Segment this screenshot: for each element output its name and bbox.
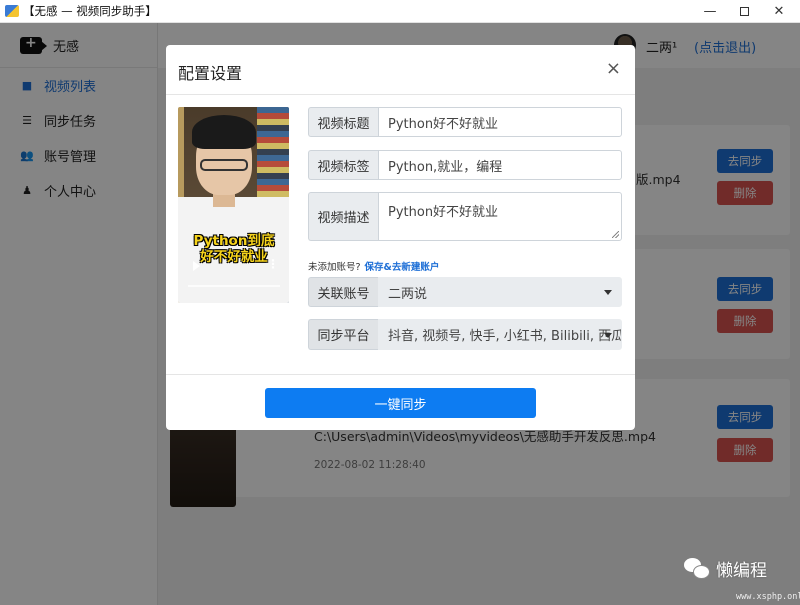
account-label: 关联账号 xyxy=(308,277,378,307)
account-note: 未添加账号? 保存&去新建账户 xyxy=(308,259,439,273)
preview-figure xyxy=(200,159,248,171)
modal-header: 配置设置 × xyxy=(166,45,635,95)
window-title: 【无感 — 视频同步助手】 xyxy=(23,4,157,18)
chevron-down-icon xyxy=(604,290,612,295)
one-click-sync-button[interactable]: 一键同步 xyxy=(265,388,536,418)
progress-bar[interactable] xyxy=(188,285,280,287)
tags-label: 视频标签 xyxy=(308,150,378,180)
preview-figure xyxy=(192,115,256,149)
account-select[interactable]: 二两说 xyxy=(378,277,622,307)
title-input-group: 视频标题 Python好不好就业 xyxy=(308,107,622,137)
config-modal: 配置设置 × Python到底 好不好就业 ⋮ 视频标题 Python好不好就业… xyxy=(166,45,635,430)
play-icon[interactable] xyxy=(193,261,200,271)
more-options-icon[interactable]: ⋮ xyxy=(267,257,279,271)
account-select-group: 关联账号 二两说 xyxy=(308,277,622,307)
modal-title: 配置设置 xyxy=(178,64,243,83)
description-text: Python好不好就业 xyxy=(388,205,499,220)
watermark: 懒编程 xyxy=(684,556,767,581)
title-input[interactable]: Python好不好就业 xyxy=(378,107,622,137)
maximize-icon xyxy=(739,7,749,16)
platform-select-group: 同步平台 抖音, 视频号, 快手, 小红书, Bilibili, 西瓜 xyxy=(308,319,622,350)
description-textarea[interactable]: Python好不好就业 xyxy=(378,192,622,241)
chevron-down-icon xyxy=(604,332,612,338)
app-icon xyxy=(5,5,19,17)
description-input-group: 视频描述 Python好不好就业 xyxy=(308,192,622,241)
create-account-link[interactable]: 保存&去新建账户 xyxy=(365,262,440,273)
description-label: 视频描述 xyxy=(308,192,378,241)
resize-handle-icon[interactable] xyxy=(612,231,619,238)
video-preview[interactable]: Python到底 好不好就业 ⋮ xyxy=(178,107,289,303)
platform-select-value: 抖音, 视频号, 快手, 小红书, Bilibili, 西瓜 xyxy=(388,329,622,344)
account-select-value: 二两说 xyxy=(388,286,428,302)
wechat-icon xyxy=(684,557,710,580)
close-icon[interactable]: × xyxy=(606,58,621,79)
platform-label: 同步平台 xyxy=(308,319,378,350)
preview-caption-line: Python到底 xyxy=(193,233,275,249)
watermark-text: 懒编程 xyxy=(716,561,767,581)
minimize-button[interactable]: — xyxy=(693,0,727,23)
tags-input[interactable]: Python,就业，编程 xyxy=(378,150,622,180)
modal-footer: 一键同步 xyxy=(166,374,635,430)
tags-input-group: 视频标签 Python,就业，编程 xyxy=(308,150,622,180)
title-label: 视频标题 xyxy=(308,107,378,137)
platform-select[interactable]: 抖音, 视频号, 快手, 小红书, Bilibili, 西瓜 xyxy=(378,319,622,350)
close-window-button[interactable]: ✕ xyxy=(762,0,796,23)
watermark-url: www.xsphp.online xyxy=(736,592,800,602)
window-titlebar: 【无感 — 视频同步助手】 — ✕ xyxy=(0,0,800,23)
maximize-button[interactable] xyxy=(727,0,761,23)
account-note-text: 未添加账号? xyxy=(308,262,361,273)
